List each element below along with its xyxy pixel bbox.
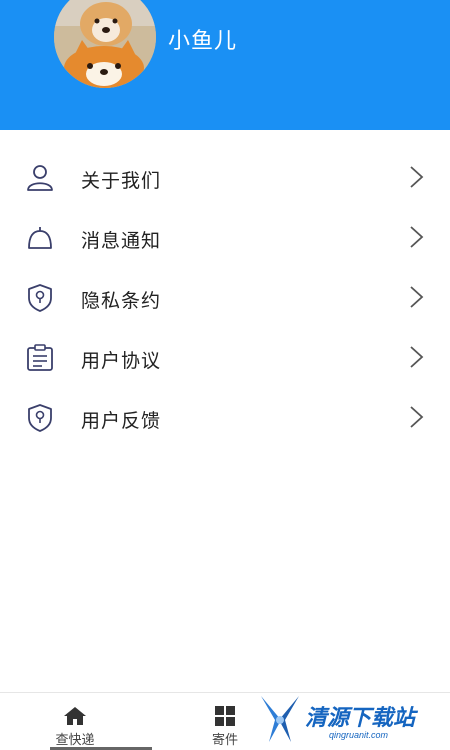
username: 小鱼儿 [168,29,238,54]
menu-item-feedback[interactable]: 用户反馈 [0,388,450,448]
profile-header: 小鱼儿 [0,0,450,130]
tab-query-express[interactable]: 查快递 [0,693,152,750]
chevron-right-icon [410,166,424,188]
menu-item-label: 用户反馈 [81,410,162,432]
shiba-dog-avatar-icon [54,0,156,88]
grid-icon [215,706,235,726]
menu-item-privacy[interactable]: 隐私条约 [0,268,450,328]
watermark-url: qingruanit.com [329,730,389,740]
home-icon [64,707,86,725]
menu-item-user-agreement[interactable]: 用户协议 [0,328,450,388]
chevron-right-icon [410,346,424,368]
bell-icon [28,227,52,249]
avatar[interactable] [54,0,156,88]
menu-item-notifications[interactable]: 消息通知 [0,208,450,268]
shield-icon [28,404,52,432]
user-icon [27,165,53,191]
shield-icon [28,284,52,312]
settings-menu: 关于我们 消息通知 隐私条约 用户协议 用户反馈 [0,148,450,448]
menu-item-label: 用户协议 [81,350,162,372]
menu-item-label: 关于我们 [81,170,162,192]
watermark-text: 清源下载站 [305,706,416,731]
tab-label: 查快递 [55,733,95,748]
chevron-right-icon [410,286,424,308]
chevron-right-icon [410,406,424,428]
site-watermark: 清源下载站 qingruanit.com [255,690,445,750]
menu-item-about[interactable]: 关于我们 [0,148,450,208]
menu-item-label: 隐私条约 [81,290,162,312]
chevron-right-icon [410,226,424,248]
menu-item-label: 消息通知 [81,230,162,252]
clipboard-icon [27,344,53,371]
